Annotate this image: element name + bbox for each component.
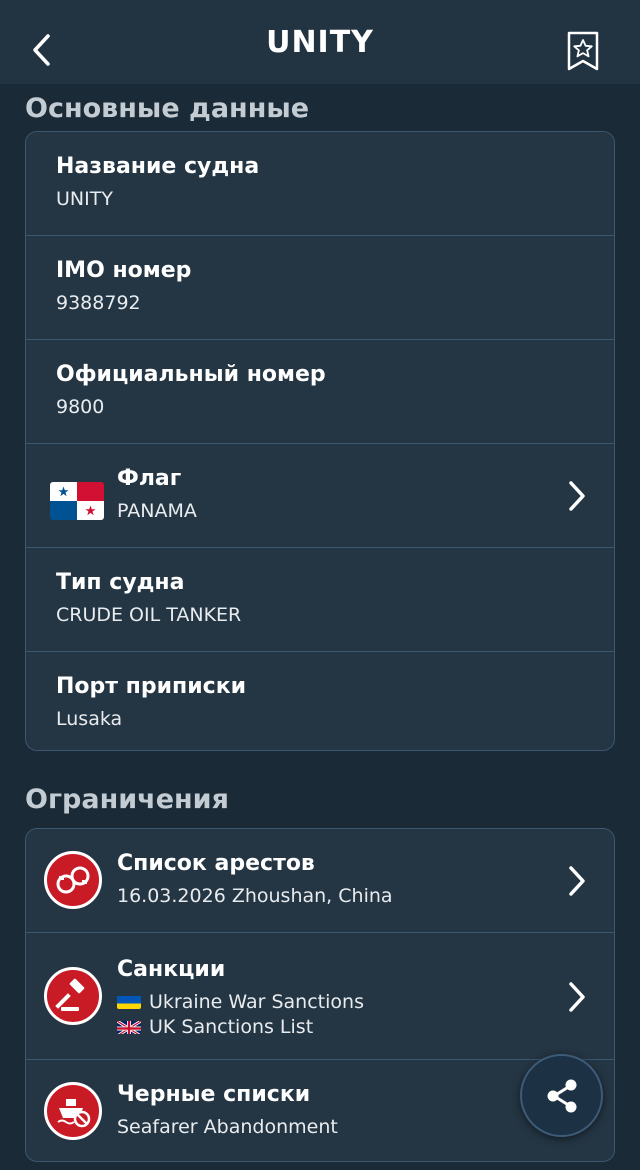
main-data-card: Название судна UNITY IMO номер 9388792 О… [25, 131, 615, 751]
sanctions-item-uk: UK Sanctions List [117, 1016, 313, 1038]
row-value: Seafarer Abandonment [117, 1116, 338, 1138]
list-item-vessel-name: Название судна UNITY [26, 132, 614, 236]
row-value: 9388792 [56, 292, 141, 314]
page-title: UNITY [266, 24, 374, 60]
row-value: PANAMA [117, 500, 197, 522]
row-label: Порт приписки [56, 674, 247, 699]
chevron-right-icon [569, 982, 585, 1012]
list-item-official-number: Официальный номер 9800 [26, 340, 614, 444]
top-bar: UNITY [0, 0, 640, 84]
row-label: Список арестов [117, 851, 315, 876]
section-title-main: Основные данные [25, 93, 310, 124]
list-item-imo: IMO номер 9388792 [26, 236, 614, 340]
row-value: 9800 [56, 396, 105, 418]
section-title-restrictions: Ограничения [25, 784, 229, 815]
back-button[interactable] [28, 30, 56, 70]
gavel-icon [44, 967, 102, 1025]
row-value: CRUDE OIL TANKER [56, 604, 242, 626]
sanctions-item-label: UK Sanctions List [149, 1016, 314, 1038]
row-label: Черные списки [117, 1082, 311, 1107]
share-icon [547, 1079, 576, 1112]
chevron-left-icon [33, 34, 50, 66]
row-label: Название судна [56, 154, 260, 179]
panama-flag-icon [50, 482, 104, 520]
row-value: UNITY [56, 188, 113, 210]
list-item-sanctions[interactable]: Санкции Ukraine War Sanctions UK Sanctio… [26, 933, 614, 1060]
uk-flag-icon [117, 1019, 141, 1034]
share-button[interactable] [520, 1054, 603, 1137]
list-item-flag[interactable]: Флаг PANAMA [26, 444, 614, 548]
list-item-arrests[interactable]: Список арестов 16.03.2026 Zhoushan, Chin… [26, 829, 614, 933]
bookmark-star-icon [567, 31, 599, 71]
row-label: Флаг [117, 466, 182, 491]
list-item-vessel-type: Тип судна CRUDE OIL TANKER [26, 548, 614, 652]
chevron-right-icon [569, 866, 585, 896]
handcuffs-icon [44, 851, 102, 909]
sanctions-item-ukraine: Ukraine War Sanctions [117, 991, 364, 1013]
row-label: IMO номер [56, 258, 192, 283]
list-item-home-port: Порт приписки Lusaka [26, 652, 614, 750]
ship-prohibited-icon [44, 1082, 102, 1140]
row-label: Официальный номер [56, 362, 326, 387]
ukraine-flag-icon [117, 994, 141, 1009]
row-label: Тип судна [56, 570, 185, 595]
bookmark-button[interactable] [566, 30, 600, 72]
sanctions-item-label: Ukraine War Sanctions [149, 991, 364, 1013]
row-value: 16.03.2026 Zhoushan, China [117, 885, 393, 907]
row-value: Lusaka [56, 708, 123, 730]
chevron-right-icon [569, 481, 585, 511]
row-label: Санкции [117, 957, 226, 982]
